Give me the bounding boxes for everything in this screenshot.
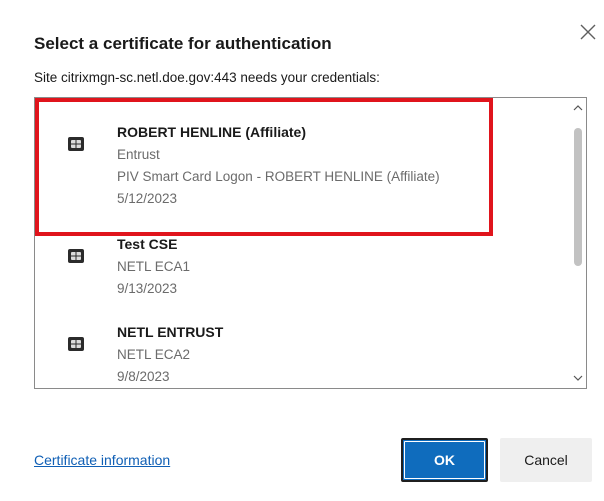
close-button[interactable] xyxy=(576,20,600,44)
certificate-list[interactable]: ROBERT HENLINE (Affiliate) Entrust PIV S… xyxy=(34,97,587,389)
scrollbar[interactable] xyxy=(570,98,586,388)
certificate-name: ROBERT HENLINE (Affiliate) xyxy=(117,124,306,140)
scroll-thumb[interactable] xyxy=(574,128,582,266)
smart-card-chip-icon xyxy=(68,137,84,151)
certificate-issuer: NETL ECA1 xyxy=(117,259,191,274)
certificate-item-netl-entrust[interactable]: NETL ENTRUST NETL ECA2 9/8/2023 xyxy=(35,313,565,388)
certificate-purpose: PIV Smart Card Logon - ROBERT HENLINE (A… xyxy=(117,169,440,184)
certificate-item-robert-henline[interactable]: ROBERT HENLINE (Affiliate) Entrust PIV S… xyxy=(35,98,565,208)
certificate-date: 9/13/2023 xyxy=(117,281,178,296)
cancel-button[interactable]: Cancel xyxy=(500,438,592,482)
certificate-item-test-cse[interactable]: Test CSE NETL ECA1 9/13/2023 xyxy=(35,228,565,308)
certificate-name: Test CSE xyxy=(117,236,178,252)
certificate-issuer: Entrust xyxy=(117,147,160,162)
ok-button[interactable]: OK xyxy=(401,438,488,482)
certificate-date: 5/12/2023 xyxy=(117,191,178,206)
certificate-date: 9/8/2023 xyxy=(117,369,170,384)
certificate-name: NETL ENTRUST xyxy=(117,324,224,340)
certificate-issuer: NETL ECA2 xyxy=(117,347,191,362)
certificate-dialog: Select a certificate for authentication … xyxy=(0,0,604,501)
dialog-title: Select a certificate for authentication xyxy=(34,34,332,53)
smart-card-chip-icon xyxy=(68,337,84,351)
certificate-information-link[interactable]: Certificate information xyxy=(34,452,170,468)
scroll-up-button[interactable] xyxy=(570,100,586,116)
smart-card-chip-icon xyxy=(68,249,84,263)
scroll-down-button[interactable] xyxy=(570,370,586,386)
dialog-subtitle: Site citrixmgn-sc.netl.doe.gov:443 needs… xyxy=(34,70,380,85)
chevron-down-icon xyxy=(573,375,583,381)
close-icon xyxy=(580,24,596,40)
chevron-up-icon xyxy=(573,105,583,111)
